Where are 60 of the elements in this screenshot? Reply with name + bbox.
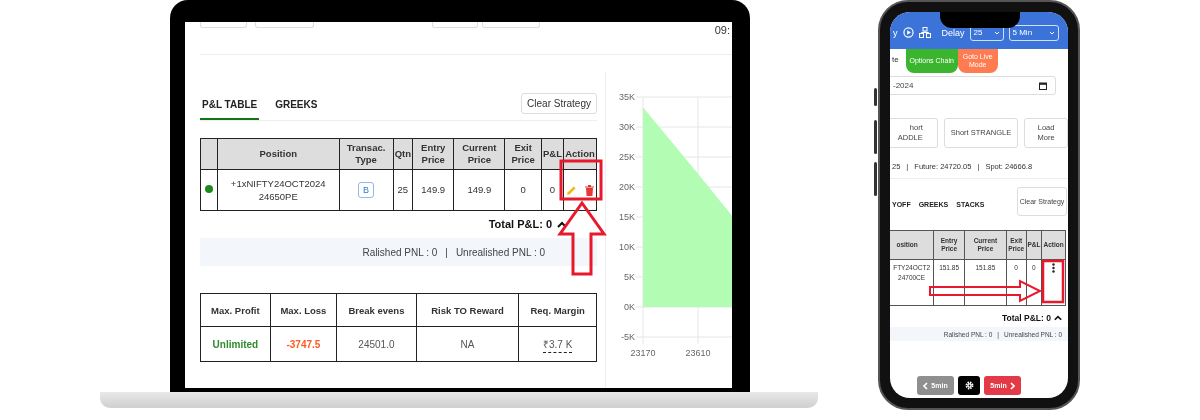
table-cell: +1xNIFTY24OCT2024 24650PE [217,169,339,211]
table-header: Current Price [453,138,505,170]
table-header: Transac. Type [339,138,394,170]
total-pnl-text: Total P&L: 0 [1002,313,1051,323]
metric-value: ₹3.7 K [542,339,573,353]
axis-label: 23170 [630,348,656,358]
buy-badge: B [358,181,375,199]
metric-value: 24501.0 [358,338,395,350]
gear-icon [964,381,974,390]
axis-label: 25K [619,152,635,162]
mode-label: te [892,55,899,64]
table-header: Risk TO Reward [416,293,519,327]
table-header: Exit Price [504,138,542,170]
clock-text: 09: [714,24,730,36]
table-cell: 149.9 [453,169,505,211]
table-cell: 25 [393,169,413,211]
highlight-box [559,159,603,201]
separator-text: | [445,246,448,258]
chevron-up-icon[interactable] [1054,315,1062,321]
realised-pnl-text: Ralished PNL : 0 [362,246,438,258]
settings-button[interactable] [958,376,980,395]
axis-label: -5K [621,332,635,342]
axis-label: 10K [619,242,635,252]
metric-value: NA [460,338,475,350]
table-header: Max. Loss [270,293,337,327]
calendar-icon [1039,81,1047,90]
chevron-down-icon [993,30,1000,35]
table-header: Entry Price [412,138,454,170]
tab[interactable]: GREEKS [273,99,320,120]
table-header: Req. Margin [518,293,597,327]
axis-label: 0K [624,302,635,312]
table-cell: 0 [541,169,564,211]
axis-label: 23610 [685,348,711,358]
axis-label: 5K [624,272,635,282]
tab[interactable]: P&L TABLE [200,99,260,120]
chevron-down-icon [1048,30,1055,35]
chevron-right-icon [1009,381,1015,390]
axis-label: 35K [619,92,635,102]
play-icon[interactable] [902,27,914,38]
table-cell: 0 [504,169,542,211]
table-header: Position [217,138,339,170]
delay-label: Delay [941,27,965,38]
chevron-up-icon[interactable] [557,220,567,228]
metric-value: -3747.5 [286,338,321,350]
unrealised-pnl-text: Unrealished PNL : 0 [455,246,545,258]
axis-label: 20K [619,182,635,192]
date-field[interactable]: -2024 [890,76,1056,95]
table-cell: 149.9 [412,169,454,211]
network-icon[interactable] [918,27,931,38]
more-icon[interactable] [1052,263,1056,273]
trash-icon[interactable] [584,184,594,196]
metric-value: Unlimited [212,338,259,350]
table-header: Break evens [336,293,417,327]
axis-label: 30K [619,122,635,132]
header-title: y [893,27,898,38]
total-pnl-text: Total P&L: 0 [488,218,552,230]
clear-strategy-button[interactable]: Clear Strategy [521,93,597,114]
table-header: Max. Profit [200,293,271,327]
axis-label: 15K [619,212,635,222]
chevron-left-icon [923,381,929,390]
